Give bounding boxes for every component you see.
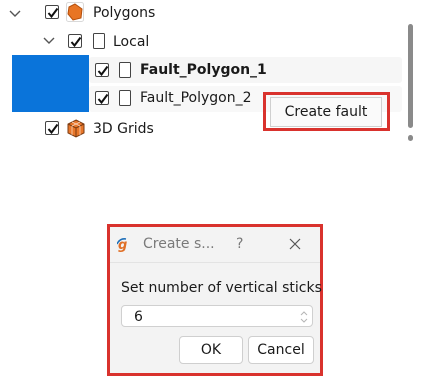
vertical-sticks-spinbox[interactable]: 6 (121, 305, 313, 327)
sticks-prompt-label: Set number of vertical sticks (121, 280, 322, 296)
polygon-orange-icon (66, 2, 84, 22)
tree-item-local[interactable]: Local (113, 32, 149, 52)
vertical-scrollbar[interactable] (408, 24, 413, 128)
spin-arrows-icon[interactable] (300, 310, 308, 324)
chevron-down-icon[interactable] (42, 34, 56, 48)
help-icon[interactable]: ? (236, 234, 243, 254)
tree-item-fault-polygon-2[interactable]: Fault_Polygon_2 (140, 88, 252, 108)
document-icon (93, 33, 105, 49)
tree-item-fault-polygon-1[interactable]: Fault_Polygon_1 (140, 60, 267, 80)
grid-3d-icon (67, 119, 85, 138)
create-fault-menu-item[interactable]: Create fault (270, 97, 382, 127)
checkbox-fault-polygon-2[interactable] (95, 91, 109, 105)
selection-highlight (12, 55, 89, 112)
title-divider (110, 262, 320, 263)
create-sticks-dialog: g Create s... ? Set number of vertical s… (110, 227, 322, 373)
cancel-button[interactable]: Cancel (248, 336, 314, 364)
document-icon (119, 90, 131, 106)
document-icon (119, 62, 131, 78)
checkbox-fault-polygon-1[interactable] (95, 63, 109, 77)
chevron-down-icon[interactable] (8, 7, 22, 21)
create-fault-label: Create fault (284, 104, 368, 120)
scrollbar-end[interactable] (408, 135, 413, 141)
checkbox-local[interactable] (68, 34, 82, 48)
dialog-title: Create s... (143, 236, 215, 252)
checkbox-polygons[interactable] (45, 5, 59, 19)
tree-item-3d-grids[interactable]: 3D Grids (93, 119, 154, 139)
tree-item-polygons[interactable]: Polygons (93, 3, 155, 23)
ok-button[interactable]: OK (179, 336, 243, 364)
app-logo-icon: g (117, 238, 127, 252)
checkbox-3d-grids[interactable] (45, 121, 59, 135)
close-icon[interactable] (289, 238, 301, 250)
sticks-value: 6 (134, 309, 143, 325)
